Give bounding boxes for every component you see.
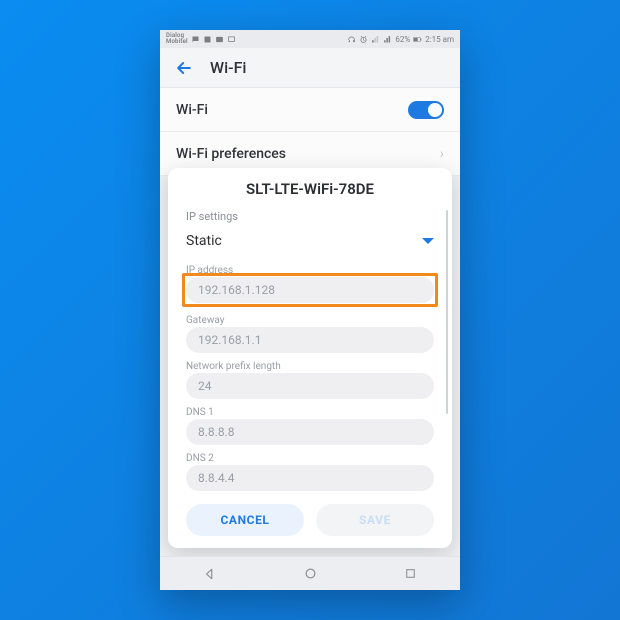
wifi-preferences-label: Wi-Fi preferences [176,146,286,162]
dns2-label: DNS 2 [186,453,434,464]
sms-icon [191,35,200,44]
status-bar: Dialog Mobitel 62% 2:15 am [160,30,460,48]
wifi-toggle-row[interactable]: Wi-Fi [160,88,460,132]
dns1-input[interactable]: 8.8.8.8 [186,419,434,445]
prefix-input[interactable]: 24 [186,373,434,399]
image-icon [215,35,224,44]
wifi-toggle-label: Wi-Fi [176,102,208,118]
network-dialog: SLT-LTE-WiFi-78DE IP settings Static IP … [168,168,452,548]
ip-settings-select[interactable]: Static [186,229,434,253]
chevron-down-icon [422,238,434,244]
back-icon[interactable] [174,58,194,78]
gateway-input[interactable]: 192.168.1.1 [186,327,434,353]
battery-pct: 62% [395,35,410,44]
alarm-icon [359,35,368,44]
dialog-title: SLT-LTE-WiFi-78DE [168,168,452,208]
nav-back-icon[interactable] [202,566,218,582]
app-header: Wi-Fi [160,48,460,88]
ip-settings-label: IP settings [186,210,434,223]
dns2-input[interactable]: 8.8.4.4 [186,465,434,491]
signal-2-icon [383,35,392,44]
cancel-button[interactable]: CANCEL [186,504,304,536]
signal-1-icon [371,35,380,44]
headset-icon [347,35,356,44]
nav-bar [160,556,460,590]
clock: 2:15 am [425,35,454,44]
scrollbar[interactable] [446,210,448,486]
save-button[interactable]: SAVE [316,504,434,536]
nav-recent-icon[interactable] [402,566,418,582]
phone-frame: Dialog Mobitel 62% 2:15 am Wi-Fi Wi-Fi W… [160,30,460,590]
carrier-label: Dialog Mobitel [166,33,188,45]
ip-address-highlight: 192.168.1.128 [182,273,438,307]
ip-address-input[interactable]: 192.168.1.128 [186,277,434,303]
prefix-label: Network prefix length [186,361,434,372]
ip-settings-value: Static [186,233,222,249]
dialog-actions: CANCEL SAVE [168,496,452,548]
chevron-right-icon: › [440,146,444,162]
gateway-label: Gateway [186,315,434,326]
scrollbar-thumb[interactable] [446,210,448,414]
nav-home-icon[interactable] [302,566,318,582]
wifi-toggle[interactable] [408,101,444,119]
screenshot-icon [203,35,212,44]
window-icon [227,35,236,44]
battery-icon [413,35,422,44]
page-title: Wi-Fi [210,58,247,77]
dialog-body: IP settings Static IP address 192.168.1.… [168,208,452,496]
dns1-label: DNS 1 [186,407,434,418]
